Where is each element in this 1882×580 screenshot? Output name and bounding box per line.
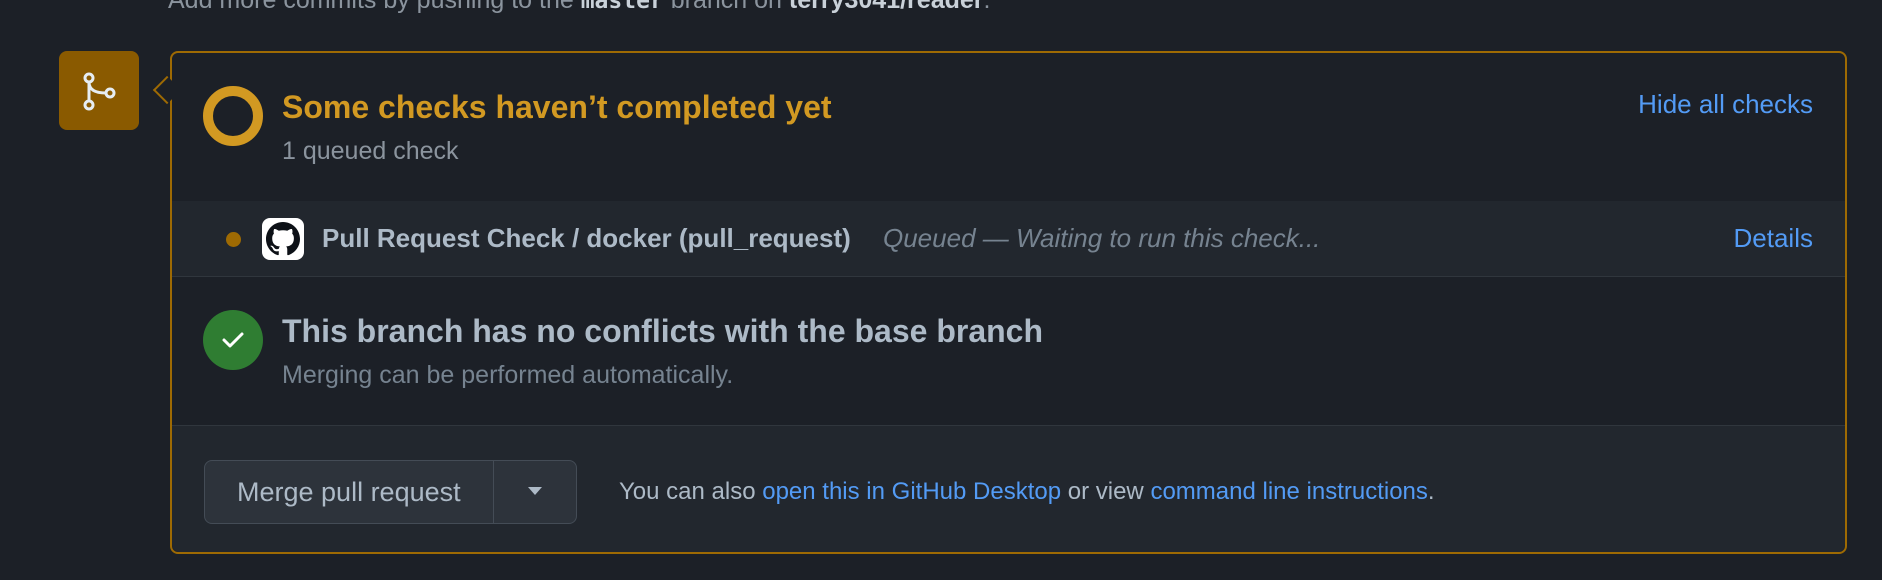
checks-subtitle: 1 queued check (282, 137, 459, 165)
checks-title: Some checks haven’t completed yet (282, 89, 832, 125)
repo-name: terry3041/reader (788, 0, 984, 14)
check-row: Pull Request Check / docker (pull_reques… (172, 201, 1845, 277)
merge-note: You can also open this in GitHub Desktop… (619, 478, 1435, 506)
check-icon (203, 310, 263, 370)
push-hint-middle: branch on (670, 0, 782, 14)
github-mark-icon (262, 218, 304, 260)
merge-box: Some checks haven’t completed yet 1 queu… (170, 51, 1847, 554)
merge-pull-request-button[interactable]: Merge pull request (205, 461, 494, 523)
checks-summary: Some checks haven’t completed yet 1 queu… (172, 53, 1845, 202)
command-line-instructions-link[interactable]: command line instructions (1150, 478, 1427, 505)
push-hint: Add more commits by pushing to the maste… (168, 0, 990, 15)
branch-status: This branch has no conflicts with the ba… (172, 277, 1845, 426)
merge-button-group: Merge pull request (204, 460, 577, 524)
check-details-link[interactable]: Details (1734, 223, 1813, 254)
merge-options-button[interactable] (494, 461, 576, 523)
git-merge-icon (59, 51, 139, 130)
check-name: Pull Request Check / docker (pull_reques… (322, 223, 851, 253)
check-status: Queued — Waiting to run this check... (883, 223, 1321, 253)
merge-note-middle: or view (1067, 478, 1144, 505)
merge-note-suffix: . (1427, 478, 1435, 505)
branch-status-subtitle: Merging can be performed automatically. (282, 361, 734, 389)
hide-all-checks-link[interactable]: Hide all checks (1638, 89, 1813, 120)
triangle-down-icon (527, 483, 543, 501)
push-hint-suffix: . (983, 0, 991, 14)
merge-actions: Merge pull request You can also open thi… (172, 426, 1845, 552)
branch-name: master (580, 0, 664, 14)
open-in-desktop-link[interactable]: open this in GitHub Desktop (762, 478, 1061, 505)
pending-ring-icon (203, 86, 263, 146)
queued-dot-icon (226, 232, 241, 247)
push-hint-text: Add more commits by pushing to the (168, 0, 574, 14)
merge-note-prefix: You can also (619, 478, 756, 505)
branch-status-title: This branch has no conflicts with the ba… (282, 313, 1044, 349)
